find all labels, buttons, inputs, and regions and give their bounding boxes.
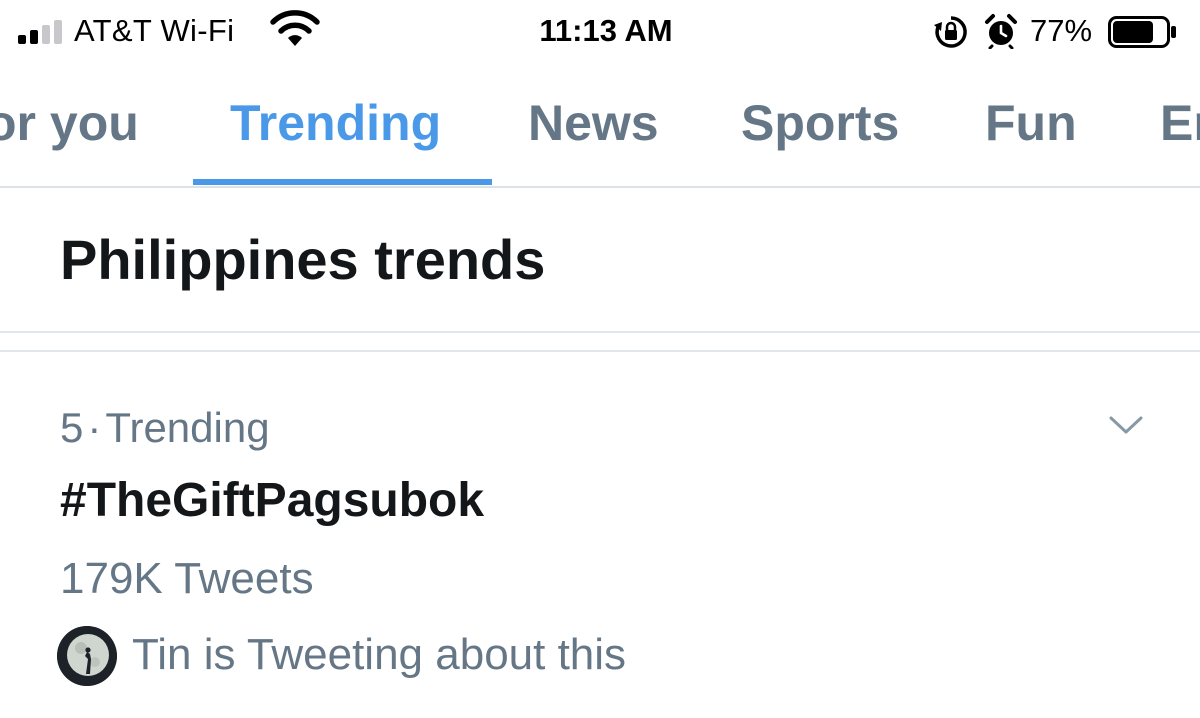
tab-entertainment[interactable]: En <box>1160 92 1200 154</box>
meta-separator: · <box>87 404 102 451</box>
orientation-lock-icon <box>934 16 967 48</box>
divider <box>0 331 1200 333</box>
active-tab-indicator <box>193 179 492 185</box>
trend-item[interactable]: 5·Trending #TheGiftPagsubok 179K Tweets … <box>0 352 1200 718</box>
trend-rank: 5 <box>60 404 84 451</box>
explore-tabs: or you Trending News Sports Fun En <box>0 62 1200 188</box>
social-context: Tin is Tweeting about this <box>132 630 627 679</box>
chevron-down-icon[interactable] <box>1108 412 1144 438</box>
tab-news[interactable]: News <box>528 92 659 154</box>
trend-meta: 5·Trending <box>60 402 270 454</box>
avatar-image <box>57 626 117 686</box>
tab-trending[interactable]: Trending <box>230 92 441 154</box>
tweet-count: 179K Tweets <box>60 554 314 603</box>
tab-fun[interactable]: Fun <box>985 92 1077 154</box>
battery-percentage: 77% <box>1030 13 1093 48</box>
avatar <box>57 626 117 686</box>
alarm-clock-icon <box>985 14 1017 49</box>
status-time: 11:13 AM <box>539 13 673 48</box>
tab-for-you[interactable]: or you <box>0 92 139 154</box>
section-title: Philippines trends <box>60 228 546 291</box>
status-bar: AT&T Wi-Fi 11:13 AM 77% <box>0 0 1200 62</box>
trend-category: Trending <box>105 404 270 451</box>
tab-sports[interactable]: Sports <box>741 92 899 154</box>
trend-name[interactable]: #TheGiftPagsubok <box>60 472 484 530</box>
battery-icon <box>1108 16 1176 48</box>
